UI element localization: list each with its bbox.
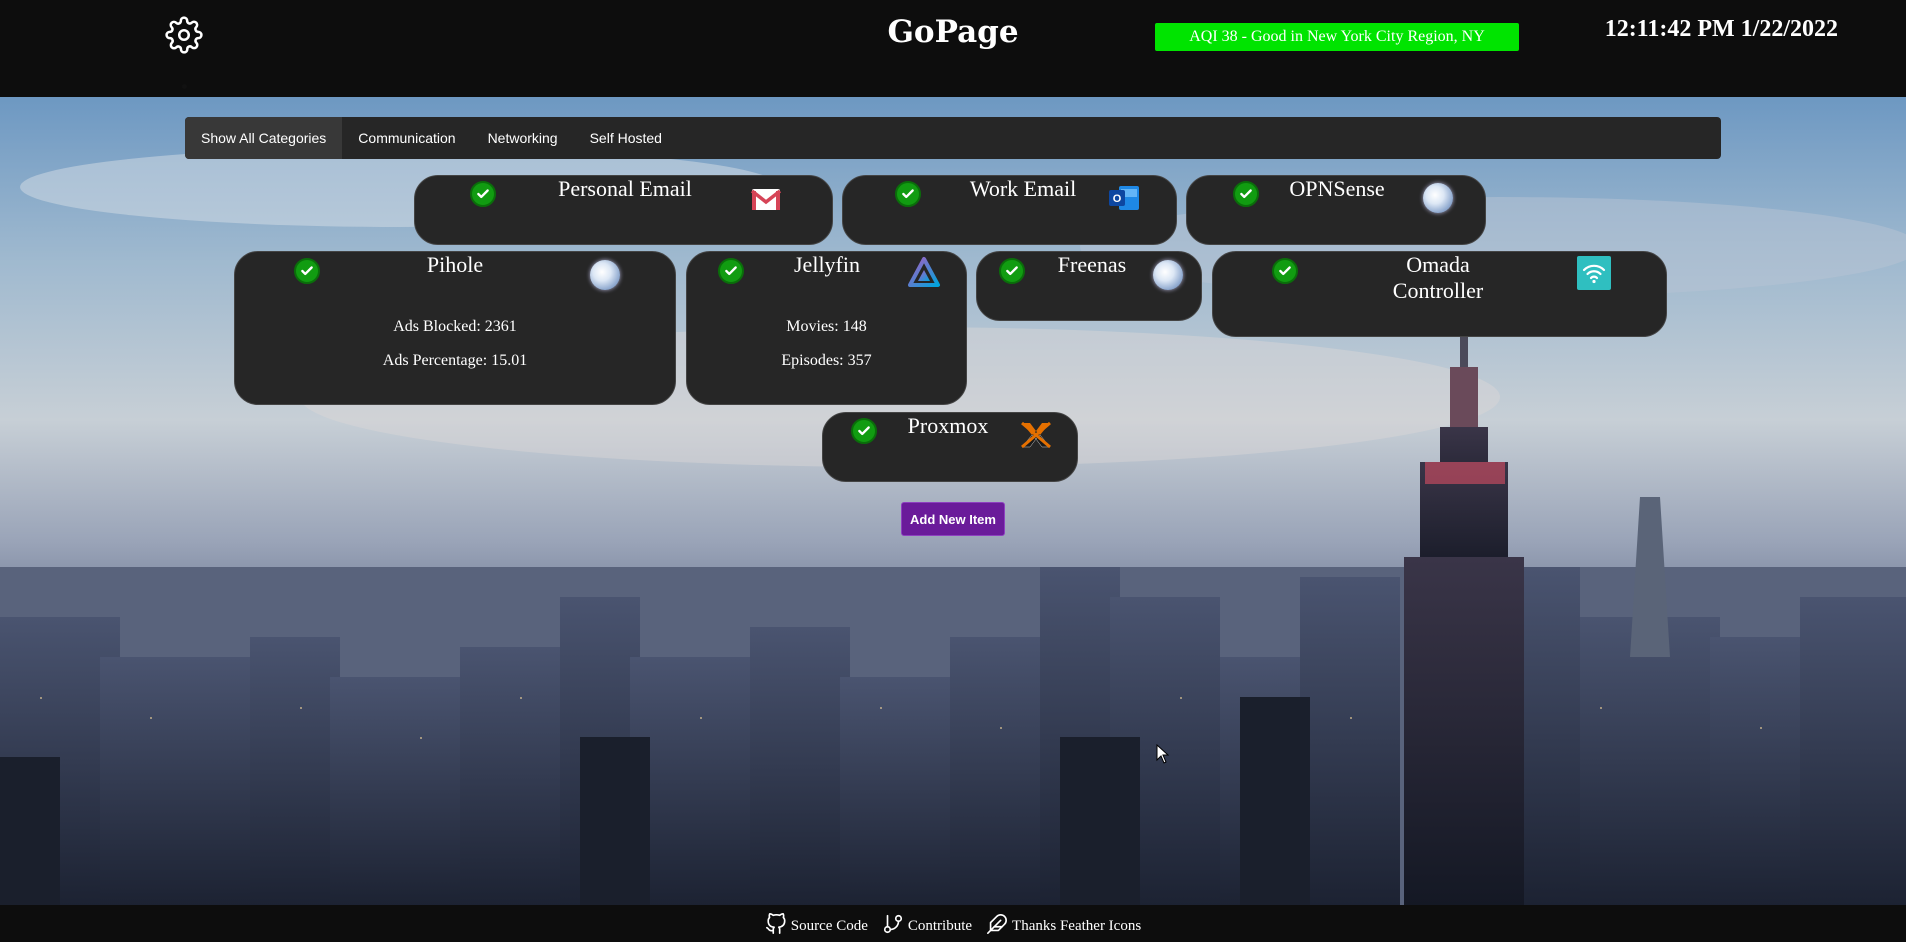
card-pihole[interactable]: Pihole Ads Blocked: 2361 Ads Percentage:… — [234, 251, 676, 405]
status-check-icon — [1272, 258, 1298, 284]
outlook-icon: O — [1107, 181, 1141, 215]
card-title: Proxmox — [907, 413, 989, 438]
pihole-ads-percentage: Ads Percentage: 15.01 — [382, 352, 528, 369]
card-title: Personal Email — [558, 176, 692, 201]
tab-communication[interactable]: Communication — [342, 117, 471, 159]
tab-self-hosted[interactable]: Self Hosted — [574, 117, 678, 159]
tab-show-all-categories[interactable]: Show All Categories — [185, 117, 343, 159]
clock: 12:11:42 PM 1/22/2022 — [1604, 16, 1838, 42]
card-freenas[interactable]: Freenas — [976, 251, 1202, 321]
card-title: Work Email — [969, 176, 1077, 201]
footer-contribute-label: Contribute — [907, 917, 973, 934]
status-check-icon — [294, 258, 320, 284]
globe-icon — [590, 260, 620, 290]
svg-text:O: O — [1113, 193, 1122, 205]
header-dot — [182, 84, 187, 89]
gmail-icon — [749, 182, 783, 216]
wifi-icon — [1577, 256, 1611, 290]
header-bar: GoPage AQI 38 - Good in New York City Re… — [0, 0, 1906, 97]
card-title: OPNSense — [1289, 176, 1385, 201]
feather-icon — [987, 913, 1008, 934]
footer: Source Code Contribute Thanks Feather Ic… — [0, 905, 1906, 942]
globe-icon — [1423, 183, 1453, 213]
card-title: Pihole — [426, 252, 484, 277]
status-check-icon — [718, 258, 744, 284]
aqi-badge: AQI 38 - Good in New York City Region, N… — [1155, 23, 1519, 51]
status-check-icon — [470, 181, 496, 207]
add-new-item-button[interactable]: Add New Item — [901, 502, 1005, 536]
footer-feather-link[interactable]: Thanks Feather Icons — [986, 913, 1141, 935]
card-work-email[interactable]: Work Email O — [842, 175, 1177, 245]
status-check-icon — [895, 181, 921, 207]
card-title: Jellyfin — [794, 252, 860, 277]
status-check-icon — [1233, 181, 1259, 207]
card-opnsense[interactable]: OPNSense — [1186, 175, 1486, 245]
category-tabs: Show All Categories Communication Networ… — [185, 117, 1721, 159]
jellyfin-movies: Movies: 148 — [786, 318, 867, 335]
card-title-line2: Controller — [1392, 278, 1484, 303]
status-check-icon — [851, 418, 877, 444]
card-omada-controller[interactable]: Omada Controller — [1212, 251, 1667, 337]
footer-contribute-link[interactable]: Contribute — [882, 913, 972, 935]
proxmox-icon — [1019, 418, 1053, 452]
footer-source-code-link[interactable]: Source Code — [765, 912, 868, 935]
tab-networking[interactable]: Networking — [472, 117, 574, 159]
git-branch-icon — [883, 914, 902, 933]
mouse-cursor-icon — [1156, 744, 1170, 764]
card-title: Omada Controller — [1353, 252, 1523, 304]
footer-source-code-label: Source Code — [790, 917, 868, 934]
jellyfin-icon — [907, 256, 941, 290]
gear-icon[interactable] — [165, 16, 203, 54]
card-proxmox[interactable]: Proxmox — [822, 412, 1078, 482]
status-check-icon — [999, 258, 1025, 284]
card-jellyfin[interactable]: Jellyfin Movies: 148 Episodes: 357 — [686, 251, 967, 405]
card-title-line1: Omada — [1406, 252, 1470, 277]
github-icon — [765, 912, 786, 934]
card-personal-email[interactable]: Personal Email — [414, 175, 833, 245]
footer-thanks-label: Thanks Feather Icons — [1012, 917, 1142, 934]
pihole-ads-blocked: Ads Blocked: 2361 — [393, 318, 517, 335]
globe-icon — [1153, 260, 1183, 290]
card-title: Freenas — [1057, 252, 1127, 277]
jellyfin-episodes: Episodes: 357 — [781, 352, 872, 369]
